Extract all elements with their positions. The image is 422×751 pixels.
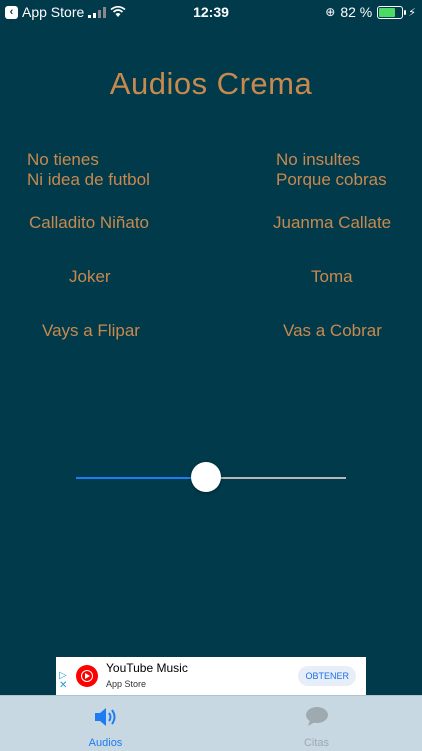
audio-button-vas-a-cobrar[interactable]: Vas a Cobrar (283, 321, 382, 341)
ad-store: App Store (106, 679, 147, 689)
audio-button-toma[interactable]: Toma (311, 267, 353, 287)
ad-choices-icon[interactable]: ▷ ✕ (59, 671, 67, 691)
page-title: Audios Crema (109, 66, 313, 101)
tab-label-audios: Audios (88, 737, 123, 749)
tab-citas[interactable]: Citas (211, 696, 422, 751)
ad-banner[interactable]: ▷ ✕ YouTube Music App Store OBTENER (56, 657, 366, 695)
audio-button-joker[interactable]: Joker (69, 267, 111, 287)
slider-track-fill (76, 477, 206, 479)
ad-get-button[interactable]: OBTENER (298, 666, 356, 686)
audio-button-juanma[interactable]: Juanma Callate (273, 213, 391, 233)
charging-icon: ⚡ (408, 6, 416, 19)
tab-label-citas: Citas (303, 737, 330, 749)
chat-bubble-icon (305, 707, 328, 726)
audio-button-no-insultes[interactable]: No insultes Porque cobras (276, 150, 387, 190)
volume-slider[interactable] (76, 462, 346, 494)
status-bar: ‹ App Store 12:39 ⊕ 82 % ⚡ (0, 0, 422, 24)
ad-app-name: YouTube Music (106, 661, 188, 675)
speaker-icon (94, 708, 115, 726)
audio-button-no-tienes[interactable]: No tienes Ni idea de futbol (27, 150, 150, 190)
audio-button-vays-a-flipar[interactable]: Vays a Flipar (42, 321, 140, 341)
battery-icon (377, 5, 407, 19)
tab-audios[interactable]: Audios (0, 696, 211, 751)
tab-bar: Audios Citas (0, 695, 422, 751)
orientation-lock-icon: ⊕ (325, 5, 336, 19)
audio-button-calladito[interactable]: Calladito Niñato (29, 213, 149, 233)
status-right: ⊕ 82 % ⚡ (325, 4, 416, 20)
slider-thumb[interactable] (190, 462, 221, 492)
battery-percent: 82 % (340, 4, 373, 20)
youtube-music-logo-icon (76, 665, 98, 687)
battery-cap (404, 9, 407, 15)
battery-fill (379, 7, 396, 17)
